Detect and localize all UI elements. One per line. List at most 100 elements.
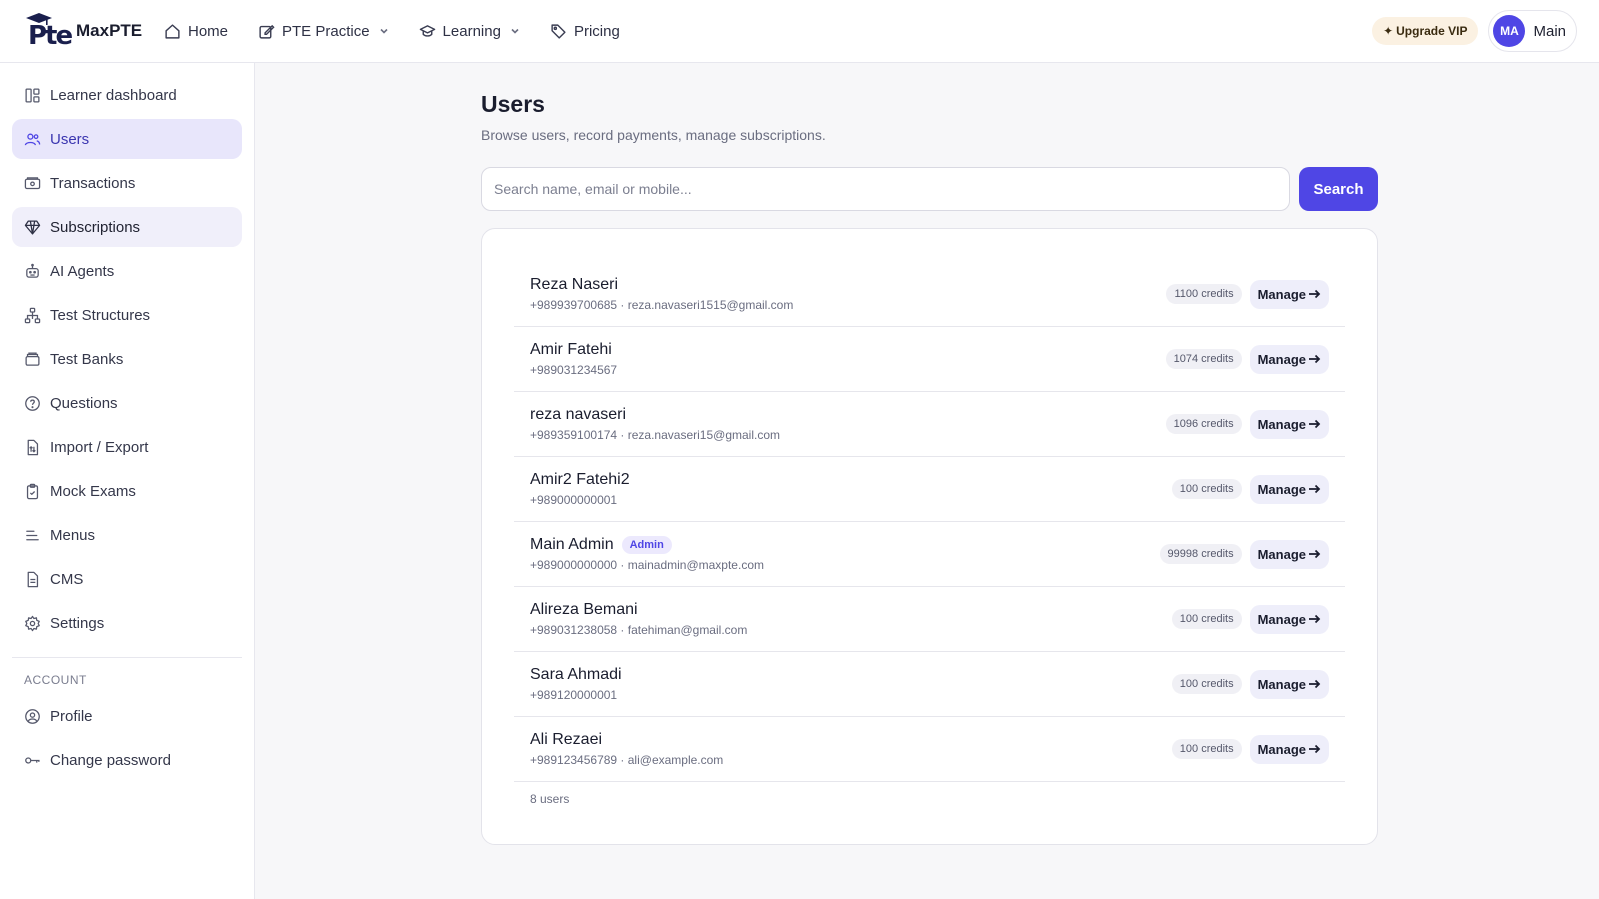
sidebar-divider	[12, 657, 242, 658]
sidebar-item-test-banks[interactable]: Test Banks	[12, 339, 242, 379]
credits-badge: 99998 credits	[1159, 544, 1242, 564]
sidebar-item-label: Profile	[50, 707, 93, 725]
credits-badge: 1096 credits	[1165, 414, 1242, 434]
credits-badge: 1100 credits	[1166, 284, 1242, 304]
user-name-line: Ali Rezaei	[530, 731, 1172, 749]
user-name: reza navaseri	[530, 406, 627, 423]
manage-label: Manage	[1257, 416, 1306, 432]
sidebar-item-label: Mock Exams	[50, 482, 136, 500]
user-name: Main Admin	[530, 536, 614, 553]
user-name-line: Reza Naseri	[530, 276, 1166, 294]
sparkle-icon: ✦	[1383, 24, 1394, 38]
top-navbar: Pte MaxPTE Home PTE Practice Learning Pr…	[0, 0, 1599, 63]
arrow-right-icon	[1309, 484, 1321, 494]
user-info: Amir Fatehi +989031234567	[530, 341, 1166, 377]
nav-pricing[interactable]: Pricing	[550, 23, 620, 40]
top-right-actions: ✦ Upgrade VIP MA Main	[1372, 10, 1577, 52]
user-meta: +989000000001	[530, 493, 618, 507]
sidebar-item-settings[interactable]: Settings	[12, 603, 242, 643]
page-subtitle: Browse users, record payments, manage su…	[481, 127, 826, 143]
manage-button[interactable]: Manage	[1249, 344, 1329, 374]
brand-name: MaxPTE	[76, 21, 143, 40]
sidebar-item-learner-dashboard[interactable]: Learner dashboard	[12, 75, 242, 115]
search-row: Search	[481, 167, 1378, 211]
users-icon	[24, 133, 41, 145]
nav-pte-practice-label: PTE Practice	[282, 22, 370, 40]
sidebar-item-ai-agents[interactable]: AI Agents	[12, 251, 242, 291]
table-row: Alireza Bemani +989031238058 · fatehiman@…	[514, 587, 1345, 652]
user-name-line: Amir Fatehi	[530, 341, 1166, 359]
user-meta: +989359100174 · reza.navaseri15@gmail.co…	[530, 428, 781, 442]
nav-home[interactable]: Home	[164, 23, 228, 40]
sidebar-item-transactions[interactable]: Transactions	[12, 163, 242, 203]
question-icon	[25, 395, 40, 411]
user-name: Reza Naseri	[530, 276, 619, 293]
search-button[interactable]: Search	[1299, 167, 1378, 211]
manage-button[interactable]: Manage	[1249, 409, 1329, 439]
logo-text: Pte	[28, 21, 73, 51]
manage-button[interactable]: Manage	[1249, 474, 1329, 504]
sidebar-item-change-password[interactable]: Change password	[12, 740, 242, 780]
user-label: Main	[1533, 22, 1566, 40]
nav-learning[interactable]: Learning	[419, 23, 520, 40]
manage-button[interactable]: Manage	[1249, 734, 1329, 764]
sidebar-item-profile[interactable]: Profile	[12, 696, 242, 736]
sidebar-item-label: Users	[50, 130, 90, 148]
user-name: Sara Ahmadi	[530, 666, 622, 683]
user-name: Alireza Bemani	[530, 601, 638, 618]
search-input[interactable]	[481, 167, 1290, 211]
sidebar-item-label: CMS	[50, 570, 84, 588]
manage-button[interactable]: Manage	[1249, 539, 1329, 569]
manage-label: Manage	[1257, 286, 1306, 302]
sidebar-item-label: Questions	[50, 394, 118, 412]
arrow-right-icon	[1309, 289, 1321, 299]
user-info: Alireza Bemani +989031238058 · fatehiman@…	[530, 601, 1172, 637]
nav-home-label: Home	[188, 22, 229, 40]
user-name: Amir2 Fatehi2	[530, 471, 630, 488]
user-menu[interactable]: MA Main	[1488, 10, 1577, 52]
user-meta: +989031234567	[530, 363, 618, 377]
nav-pte-practice[interactable]: PTE Practice	[258, 23, 389, 40]
users-list: Reza Naseri +989939700685 · reza.navaseri…	[514, 262, 1345, 782]
sidebar-item-label: Settings	[50, 614, 105, 632]
sidebar-item-subscriptions[interactable]: Subscriptions	[12, 207, 242, 247]
credits-badge: 100 credits	[1171, 674, 1242, 694]
admin-badge: Admin	[621, 536, 672, 554]
table-row: Reza Naseri +989939700685 · reza.navaseri…	[514, 262, 1345, 327]
home-icon	[165, 23, 180, 39]
sidebar-item-label: AI Agents	[50, 262, 115, 280]
manage-label: Manage	[1257, 676, 1306, 692]
arrow-right-icon	[1309, 354, 1321, 364]
sidebar-item-menus[interactable]: Menus	[12, 515, 242, 555]
manage-button[interactable]: Manage	[1249, 279, 1329, 309]
sidebar-item-import-export[interactable]: Import / Export	[12, 427, 242, 467]
edit-icon	[259, 24, 275, 39]
users-card: Reza Naseri +989939700685 · reza.navaseri…	[481, 228, 1378, 845]
graduation-cap-icon	[419, 24, 435, 37]
sidebar-item-users[interactable]: Users	[12, 119, 242, 159]
arrow-right-icon	[1309, 419, 1321, 429]
logo: Pte	[24, 13, 73, 51]
table-row: Sara Ahmadi +989120000001 100 credits Manag…	[514, 652, 1345, 717]
robot-icon	[26, 263, 39, 278]
menu-icon	[26, 530, 39, 540]
nav-learning-label: Learning	[442, 22, 501, 40]
avatar: MA	[1493, 15, 1526, 47]
sidebar-item-test-structures[interactable]: Test Structures	[12, 295, 242, 335]
sidebar-item-label: Learner dashboard	[50, 86, 177, 104]
brand[interactable]: Pte MaxPTE	[24, 13, 164, 51]
main-content: Users Browse users, record payments, man…	[481, 63, 1378, 845]
diamond-icon	[24, 219, 41, 235]
manage-label: Manage	[1257, 546, 1306, 562]
sidebar-item-label: Import / Export	[50, 438, 149, 456]
manage-button[interactable]: Manage	[1249, 604, 1329, 634]
sidebar-item-mock-exams[interactable]: Mock Exams	[12, 471, 242, 511]
manage-button[interactable]: Manage	[1249, 669, 1329, 699]
sidebar-item-cms[interactable]: CMS	[12, 559, 242, 599]
main-nav: Home PTE Practice Learning Pricing	[164, 23, 650, 40]
upgrade-vip-label: Upgrade VIP	[1396, 24, 1468, 38]
upgrade-vip-button[interactable]: ✦ Upgrade VIP	[1372, 17, 1479, 45]
user-name-line: Main Admin Admin	[530, 536, 1160, 554]
nav-pricing-label: Pricing	[573, 22, 620, 40]
sidebar-item-questions[interactable]: Questions	[12, 383, 242, 423]
